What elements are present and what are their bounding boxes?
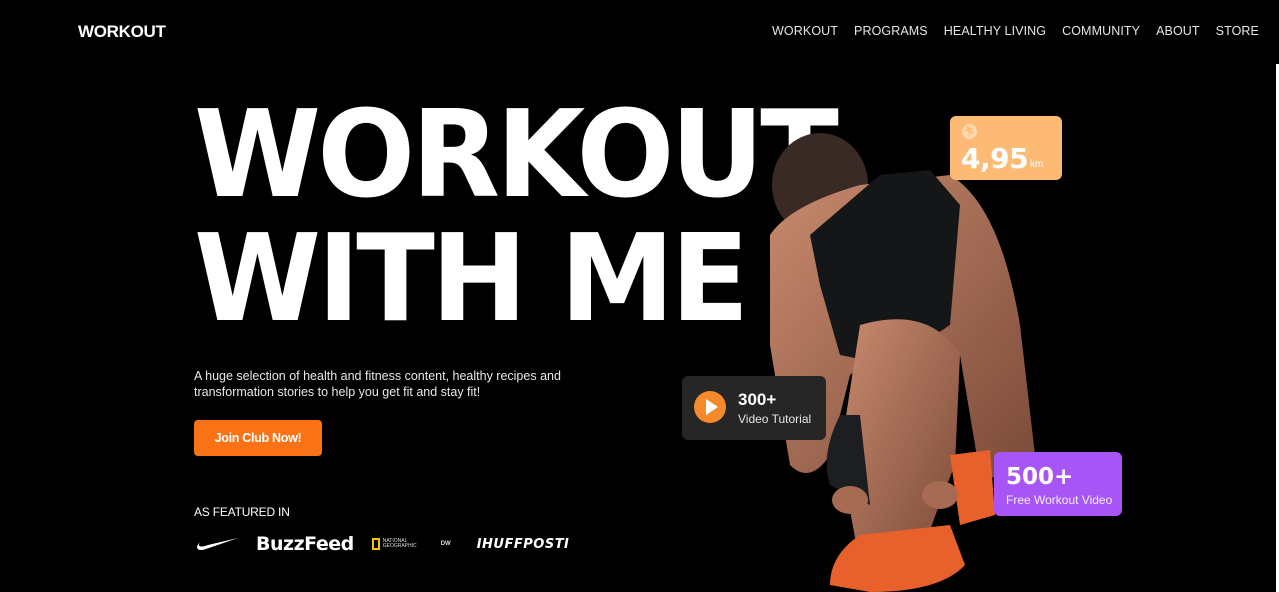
natgeo-logo: NATIONAL GEOGRAPHIC <box>371 538 419 550</box>
video-label: Video Tutorial <box>738 412 812 426</box>
site-logo[interactable]: WORKOUT <box>78 22 166 42</box>
free-workout-card: 500+ Free Workout Video <box>994 452 1122 516</box>
natgeo-text: NATIONAL GEOGRAPHIC <box>382 538 417 549</box>
nav-workout[interactable]: WORKOUT <box>772 24 838 38</box>
nav-community[interactable]: COMMUNITY <box>1062 24 1140 38</box>
distance-card: 🏃︎ 4,95 km <box>950 116 1062 180</box>
featured-logos: BuzzFeed NATIONAL GEOGRAPHIC DW IHUFFPOS… <box>194 532 587 556</box>
video-count: 300+ <box>738 390 777 409</box>
nav-about[interactable]: ABOUT <box>1156 24 1200 38</box>
dw-logo: DW <box>440 541 451 547</box>
distance-unit: km <box>1030 159 1044 170</box>
free-label: Free Workout Video <box>1006 493 1113 507</box>
join-club-button[interactable]: Join Club Now! <box>194 420 322 456</box>
video-tutorial-card[interactable]: 300+ Video Tutorial <box>682 376 826 440</box>
nike-logo-icon <box>197 538 238 551</box>
hero-title-line2: WITH ME <box>194 210 749 349</box>
nav-healthy-living[interactable]: HEALTHY LIVING <box>944 24 1046 38</box>
natgeo-frame-icon <box>371 538 380 550</box>
huffpost-logo: IHUFFPOSTI <box>476 536 570 552</box>
free-count: 500+ <box>1006 464 1074 490</box>
nav-store[interactable]: STORE <box>1216 24 1259 38</box>
athlete-image <box>770 133 1035 592</box>
running-icon: 🏃︎ <box>962 124 977 139</box>
nav-programs[interactable]: PROGRAMS <box>854 24 928 38</box>
distance-value: 4,95 <box>961 142 1029 175</box>
buzzfeed-logo: BuzzFeed <box>256 533 354 555</box>
hero-title-line1: WORKOUT <box>194 86 839 225</box>
hero-description: A huge selection of health and fitness c… <box>194 369 561 399</box>
play-icon[interactable] <box>694 391 726 423</box>
featured-label: AS FEATURED IN <box>194 505 290 519</box>
main-nav: WORKOUT PROGRAMS HEALTHY LIVING COMMUNIT… <box>772 24 1279 38</box>
hero-title: WORKOUT WITH ME <box>194 86 839 349</box>
